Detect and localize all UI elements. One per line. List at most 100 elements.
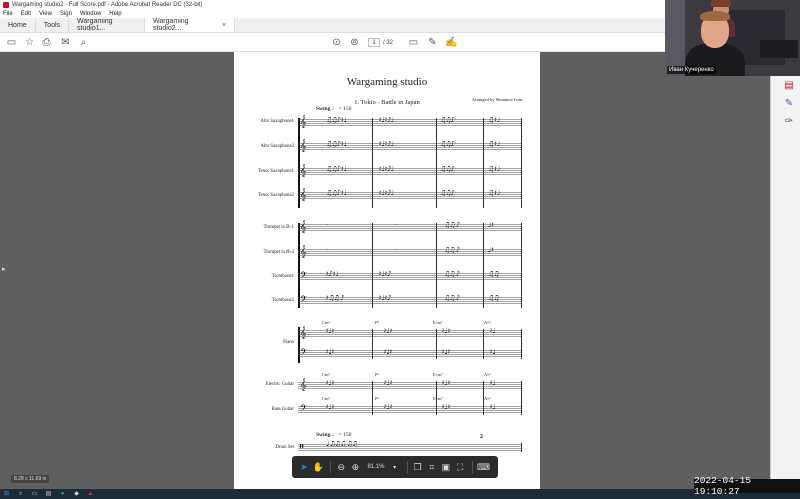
note-group: ♫♫♪ 𝄽 ♩ <box>326 116 347 124</box>
tab-document-1[interactable]: Wargaming studio1... <box>69 18 146 32</box>
email-icon[interactable]: ✉ <box>60 37 71 48</box>
zoom-dropdown-icon[interactable]: ▾ <box>389 464 401 471</box>
note-group: 𝄼 <box>326 246 329 254</box>
note-group: 𝄼 <box>394 221 397 229</box>
search-icon[interactable]: ⌕ <box>78 37 89 48</box>
menu-edit[interactable]: Edit <box>21 11 31 17</box>
drum-tempo-label: Swing <box>316 432 331 438</box>
file-explorer-icon[interactable]: ▤ <box>45 491 52 498</box>
note-group: 𝄽 ♩ <box>490 379 496 387</box>
tempo-value: ♩ = 150 <box>331 106 352 112</box>
chord-symbol: F⁹ <box>375 372 380 377</box>
note-group: 𝄽 ♩ 𝄽 <box>442 403 450 411</box>
menu-sign[interactable]: Sign <box>60 11 72 17</box>
webcam-overlay: Иван Кучеренко <box>665 0 800 76</box>
sign-icon[interactable]: ✍ <box>445 37 457 48</box>
task-view-icon[interactable]: ▭ <box>31 491 38 498</box>
keyboard-icon[interactable]: ⌨ <box>477 462 490 473</box>
tab-tools-label: Tools <box>43 21 61 29</box>
instrument-label: Drum Set <box>275 445 294 450</box>
datetime-overlay: 2022-04-15 19:10:27 <box>694 475 800 497</box>
menu-help[interactable]: Help <box>109 11 121 17</box>
comment-icon[interactable]: ▭ <box>408 37 419 48</box>
note-group: ♩ 𝄽 <box>488 221 494 229</box>
note-group: 𝄽 ♩ 𝄽 ♪♩ <box>379 140 394 148</box>
save-icon[interactable]: ▭ <box>6 37 17 48</box>
note-group: ♫♫♪ <box>440 116 455 124</box>
tab-tools[interactable]: Tools <box>36 18 70 32</box>
note-group: ♫♫♪ <box>440 189 455 197</box>
note-group: 𝄽 ♩ 𝄽 <box>326 379 334 387</box>
menu-view[interactable]: View <box>39 11 52 17</box>
note-group: 𝄽 ♩ 𝄽 <box>326 403 334 411</box>
barline <box>483 223 484 308</box>
separator <box>406 461 408 473</box>
pen-icon[interactable]: ✎ <box>427 37 438 48</box>
note-group: ♫♫♪ <box>440 165 455 173</box>
hand-icon[interactable]: ✋ <box>312 462 324 473</box>
zoom-level[interactable]: 81.1% <box>368 464 385 470</box>
app-icon[interactable]: ◆ <box>73 491 80 498</box>
fill-sign-icon[interactable]: ✑ <box>783 116 795 128</box>
treble-clef-icon: 𝄞 <box>300 188 307 201</box>
note-group: 𝄽 ♩ 𝄽 ♪♩ <box>379 189 394 197</box>
taskbar-search-icon[interactable]: ⌕ <box>17 491 24 498</box>
treble-clef-icon: 𝄞 <box>300 378 307 391</box>
note-group: ♫♫♪ 𝄽 ♩ <box>326 189 347 197</box>
bass-clef-icon: 𝄢 <box>300 294 308 307</box>
note-group: ♫ 𝄽 ♩ <box>488 140 500 148</box>
zoom-out-icon[interactable]: ⊖ <box>335 462 347 473</box>
tempo-label: Swing <box>316 106 331 112</box>
acrobat-taskbar-icon[interactable]: ▲ <box>87 491 94 498</box>
print-icon[interactable]: ⎙ <box>41 37 52 48</box>
chord-symbol: E♭m⁷ <box>433 396 443 401</box>
chord-symbol: Cm⁷ <box>322 372 331 377</box>
note-group: ♩ 𝄽 <box>488 246 494 254</box>
note-group: 𝄽 ♩ 𝄽 <box>384 327 392 335</box>
bass-clef-icon: 𝄢 <box>300 347 308 360</box>
chord-symbol: Cm⁷ <box>322 320 331 325</box>
note-group: 𝄽 ♩ 𝄽 <box>384 403 392 411</box>
tab-document-2[interactable]: Wargaming studio2... × <box>145 18 236 32</box>
note-group: ♫ 𝄽 ♩ <box>488 116 500 124</box>
barline <box>521 443 522 452</box>
tab-home[interactable]: Home <box>0 18 36 32</box>
note-group: 𝄽 ♪ 𝄽 ♩ <box>326 270 339 278</box>
note-group: 𝄽 ♩ 𝄽 ♪♩ <box>379 165 394 173</box>
chord-symbol: F⁹ <box>375 396 380 401</box>
zoom-in-icon[interactable]: ⊕ <box>349 462 361 473</box>
windows-taskbar: ⊞ ⌕ ▭ ▤ ● ◆ ▲ <box>0 489 800 499</box>
note-group: 𝄽 ♩ 𝄽 <box>326 348 334 356</box>
crop-icon[interactable]: ⌗ <box>426 462 438 473</box>
close-tab-icon[interactable]: × <box>222 22 226 29</box>
page-down-icon[interactable]: ⊚ <box>349 37 360 48</box>
select-icon[interactable]: ➤ <box>298 462 310 473</box>
browser-icon[interactable]: ● <box>59 491 66 498</box>
treble-clef-icon: 𝄞 <box>300 326 307 339</box>
note-group: ♫♫ ♪ <box>444 221 460 229</box>
note-group: ♫ 𝄽 ♩ <box>488 165 500 173</box>
page-up-icon[interactable]: ⊙ <box>331 37 342 48</box>
webcam-background-wall <box>665 0 685 76</box>
arranger-credit: Arranged by Shuumov Ivan <box>471 97 522 102</box>
bookmark-icon[interactable]: ☆ <box>24 37 35 48</box>
barline <box>372 381 373 415</box>
left-panel-toggle-icon[interactable]: ▸ <box>2 265 6 273</box>
menu-file[interactable]: File <box>3 11 13 17</box>
instrument-label: Electric Guitar <box>265 382 294 387</box>
chord-symbol: A♭⁹ <box>484 320 491 325</box>
acrobat-app-icon <box>3 1 9 8</box>
note-group: 𝄼 <box>326 221 329 229</box>
menu-window[interactable]: Window <box>80 11 101 17</box>
separator <box>330 461 332 473</box>
page-number-input[interactable]: 1 <box>368 38 380 47</box>
edit-pdf-icon[interactable]: ✎ <box>783 98 795 110</box>
copy-icon[interactable]: ❐ <box>412 462 424 473</box>
pdf-export-icon[interactable]: ▤ <box>783 80 795 92</box>
drum-bar-number: 2 <box>480 434 483 440</box>
fit-page-icon[interactable]: ▣ <box>440 462 452 473</box>
treble-clef-icon: 𝄞 <box>300 139 307 152</box>
start-icon[interactable]: ⊞ <box>3 491 10 498</box>
barline <box>372 118 373 208</box>
fullscreen-icon[interactable]: ⛶ <box>454 462 466 473</box>
